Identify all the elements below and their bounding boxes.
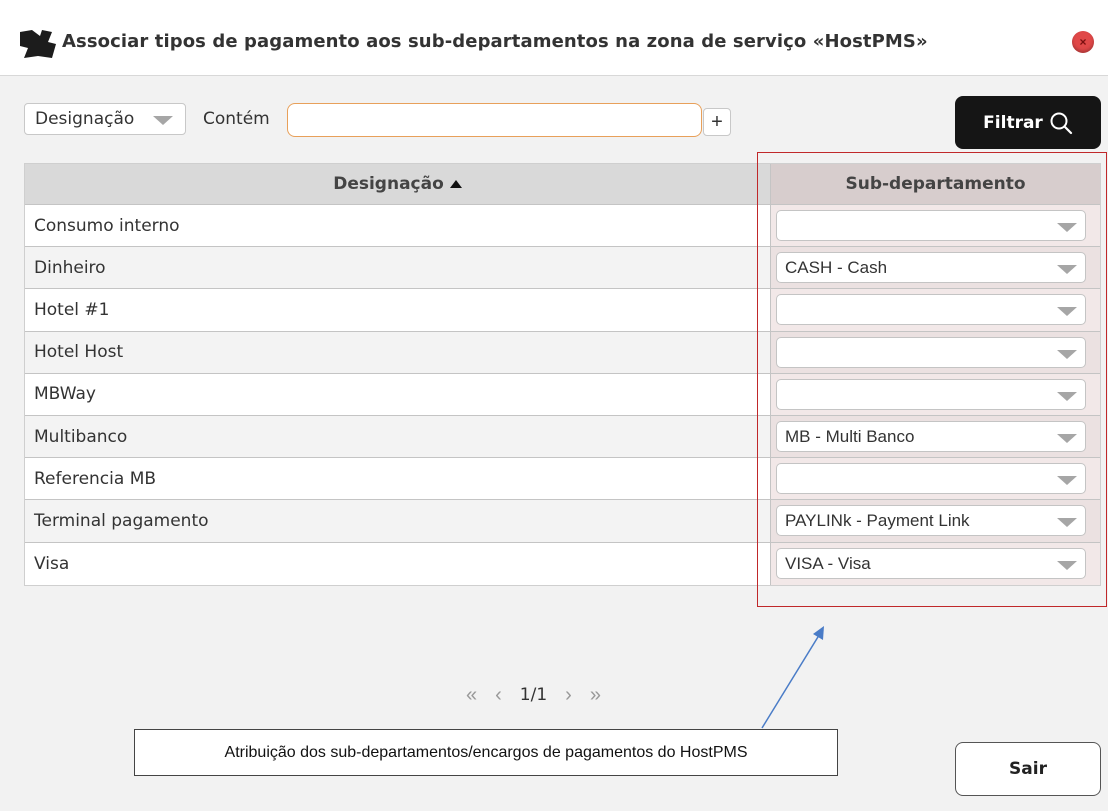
designacao-cell: Visa [34,553,70,574]
last-page-button[interactable]: » [590,684,601,707]
search-input[interactable] [287,103,702,137]
sub-departamento-select[interactable]: VISA - Visa [776,547,1086,579]
designacao-cell: Referencia MB [34,468,157,489]
designacao-cell: Hotel Host [25,331,770,373]
table-row[interactable]: Hotel #1 [25,289,1100,332]
table-row[interactable]: Referencia MB [25,458,1100,501]
sub-departamento-select[interactable] [776,378,1086,410]
search-icon [1050,112,1072,134]
title-bar: Associar tipos de pagamento aos sub-depa… [0,0,1108,76]
filter-button[interactable]: Filtrar [955,96,1101,149]
filter-field-select[interactable]: Designação [24,103,186,135]
table-row[interactable]: Consumo interno [25,205,1100,248]
sub-departamento-select[interactable] [776,463,1086,495]
table-row[interactable]: Visa VISA - Visa [25,542,1100,585]
sub-departamento-value: MB - Multi Banco [785,426,915,446]
filter-button-label: Filtrar [983,112,1043,133]
chevron-down-icon [1057,476,1077,486]
designacao-cell: Multibanco [25,415,770,458]
pagination: « ‹ 1/1 › » [466,680,601,710]
payment-types-grid: Designação Sub-departamento Consumo inte… [24,163,1101,586]
next-page-button[interactable]: › [565,684,572,707]
sub-departamento-cell [770,331,1100,373]
designacao-cell: MBWay [34,384,96,405]
designacao-cell: Dinheiro [25,247,770,289]
sub-departamento-value: CASH - Cash [785,258,888,278]
sub-departamento-cell: CASH - Cash [770,247,1100,289]
previous-page-button[interactable]: ‹ [495,684,502,707]
table-row[interactable]: Multibanco MB - Multi Banco [25,415,1100,459]
sub-departamento-cell: VISA - Visa [770,542,1100,585]
table-row[interactable]: Hotel Host [25,331,1100,374]
sub-departamento-select[interactable]: CASH - Cash [776,252,1086,284]
table-row[interactable]: MBWay [25,373,1100,416]
sub-departamento-cell: MB - Multi Banco [770,415,1100,458]
exit-button[interactable]: Sair [955,742,1101,796]
sub-departamento-value: PAYLINk - Payment Link [785,511,970,531]
sub-departamento-select[interactable] [776,336,1086,368]
first-page-button[interactable]: « [466,684,477,707]
designacao-cell: Consumo interno [34,215,180,236]
chevron-down-icon [1057,433,1077,443]
table-row[interactable]: Terminal pagamento PAYLINk - Payment Lin… [25,500,1100,543]
add-filter-button[interactable]: + [703,108,731,136]
sub-departamento-select[interactable]: PAYLINk - Payment Link [776,505,1086,537]
chevron-down-icon [1057,223,1077,232]
sub-departamento-cell [770,373,1100,415]
column-header-sub-departamento[interactable]: Sub-departamento [770,164,1100,204]
column-header-designacao[interactable]: Designação [25,164,770,204]
sub-departamento-select[interactable] [776,210,1086,241]
sub-departamento-cell: PAYLINk - Payment Link [770,500,1100,542]
designacao-cell: Hotel #1 [34,299,110,320]
chevron-down-icon [1057,391,1077,401]
sub-departamento-value: VISA - Visa [785,553,871,573]
sub-departamento-cell [770,289,1100,331]
sort-ascending-icon [449,180,462,188]
page-indicator: 1/1 [519,685,548,705]
chevron-down-icon [1057,560,1077,570]
filter-field-value: Designação [35,109,135,129]
designacao-cell: Terminal pagamento [25,500,770,542]
chevron-down-icon [1057,518,1077,528]
annotation-callout: Atribuição dos sub-departamentos/encargo… [134,729,838,776]
printer-icon [20,30,56,58]
chevron-down-icon [1057,307,1077,317]
sub-departamento-cell [770,205,1100,247]
window-title: Associar tipos de pagamento aos sub-depa… [62,31,928,52]
sub-departamento-select[interactable]: MB - Multi Banco [776,420,1086,452]
close-button[interactable]: × [1072,31,1094,53]
chevron-down-icon [153,116,173,125]
sub-departamento-cell [770,458,1100,500]
filter-operator-label: Contém [203,109,270,129]
column-header-label: Sub-departamento [845,174,1026,194]
chevron-down-icon [1057,349,1077,359]
column-header-label: Designação [333,174,444,194]
table-row[interactable]: Dinheiro CASH - Cash [25,247,1100,290]
sub-departamento-select[interactable] [776,294,1086,326]
grid-header: Designação Sub-departamento [25,164,1100,205]
chevron-down-icon [1057,265,1077,275]
